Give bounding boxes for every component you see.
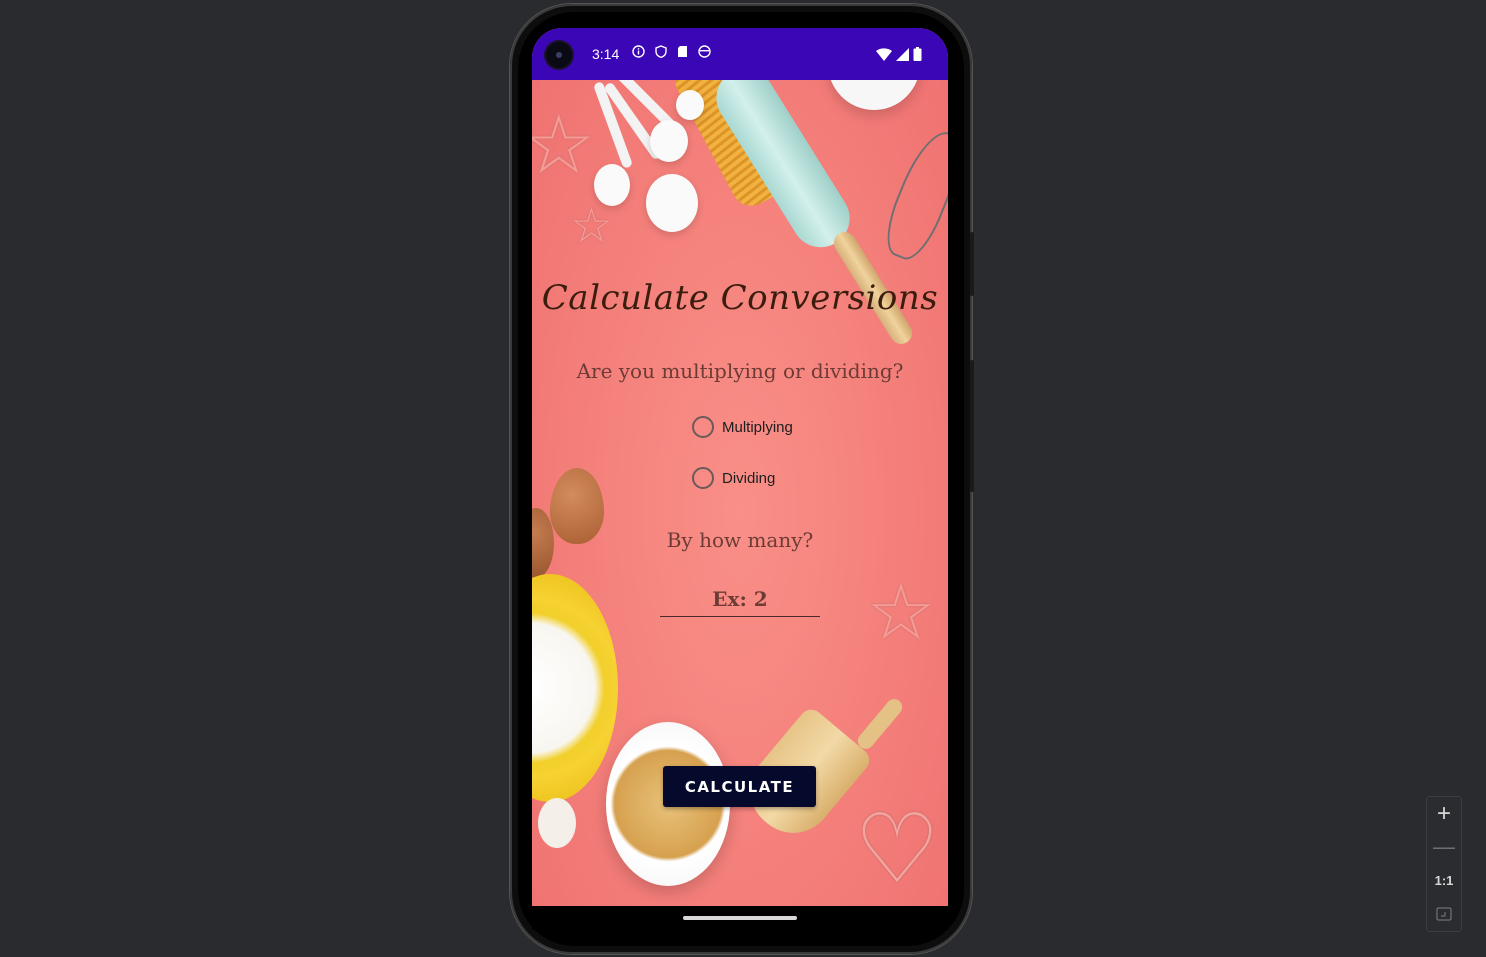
- zoom-in-button[interactable]: +: [1427, 797, 1461, 830]
- amount-input[interactable]: [660, 582, 820, 616]
- flour-bowl-decoration: [532, 574, 618, 802]
- amount-question: By how many?: [666, 528, 814, 552]
- battery-icon: [913, 46, 922, 65]
- radio-button-icon[interactable]: [692, 467, 714, 489]
- heart-cutter-icon: ♡: [854, 793, 941, 905]
- radio-label: Multiplying: [722, 418, 793, 436]
- measuring-spoon-decoration: [650, 120, 688, 162]
- home-gesture-handle[interactable]: [683, 916, 797, 920]
- system-icons: [876, 46, 922, 65]
- amount-input-container: [660, 582, 820, 617]
- page-title: Calculate Conversions: [541, 278, 939, 318]
- status-bar: 3:14: [532, 28, 948, 80]
- volume-button[interactable]: [970, 360, 974, 492]
- radio-option-dividing[interactable]: Dividing: [692, 467, 775, 489]
- notification-icons: [632, 45, 711, 58]
- whisk-decoration: [876, 123, 948, 267]
- calculate-button[interactable]: CALCULATE: [663, 766, 816, 807]
- radio-button-icon[interactable]: [692, 416, 714, 438]
- power-button[interactable]: [970, 232, 974, 296]
- zoom-controls: + — 1:1: [1426, 796, 1462, 932]
- wifi-icon: [876, 46, 892, 65]
- fit-screen-icon: [1436, 907, 1452, 921]
- measuring-spoon-decoration: [646, 174, 698, 232]
- zoom-out-button[interactable]: —: [1427, 831, 1461, 864]
- sd-card-icon: [676, 45, 689, 58]
- shield-icon: [654, 45, 667, 58]
- status-time: 3:14: [592, 46, 620, 62]
- app-screen: ☆ ☆ ☆ ♡ 3:14 Calculate Conversions Are y…: [532, 28, 948, 906]
- navigation-bar: [532, 906, 948, 930]
- smiley-icon: [698, 45, 711, 58]
- measuring-spoon-decoration: [676, 90, 704, 120]
- star-cutter-icon: ☆: [866, 568, 936, 658]
- radio-option-multiplying[interactable]: Multiplying: [692, 416, 793, 438]
- operation-question: Are you multiplying or dividing?: [576, 359, 904, 383]
- fit-screen-button[interactable]: [1427, 898, 1461, 931]
- signal-icon: [896, 46, 909, 65]
- star-cutter-icon: ☆: [532, 98, 596, 193]
- egg-decoration: [538, 798, 576, 848]
- zoom-actual-size-button[interactable]: 1:1: [1427, 864, 1461, 897]
- radio-label: Dividing: [722, 469, 776, 487]
- info-icon: [632, 45, 645, 58]
- front-camera-icon: [546, 42, 572, 68]
- star-cutter-icon: ☆: [570, 198, 614, 254]
- wooden-scoop-handle-decoration: [854, 695, 906, 753]
